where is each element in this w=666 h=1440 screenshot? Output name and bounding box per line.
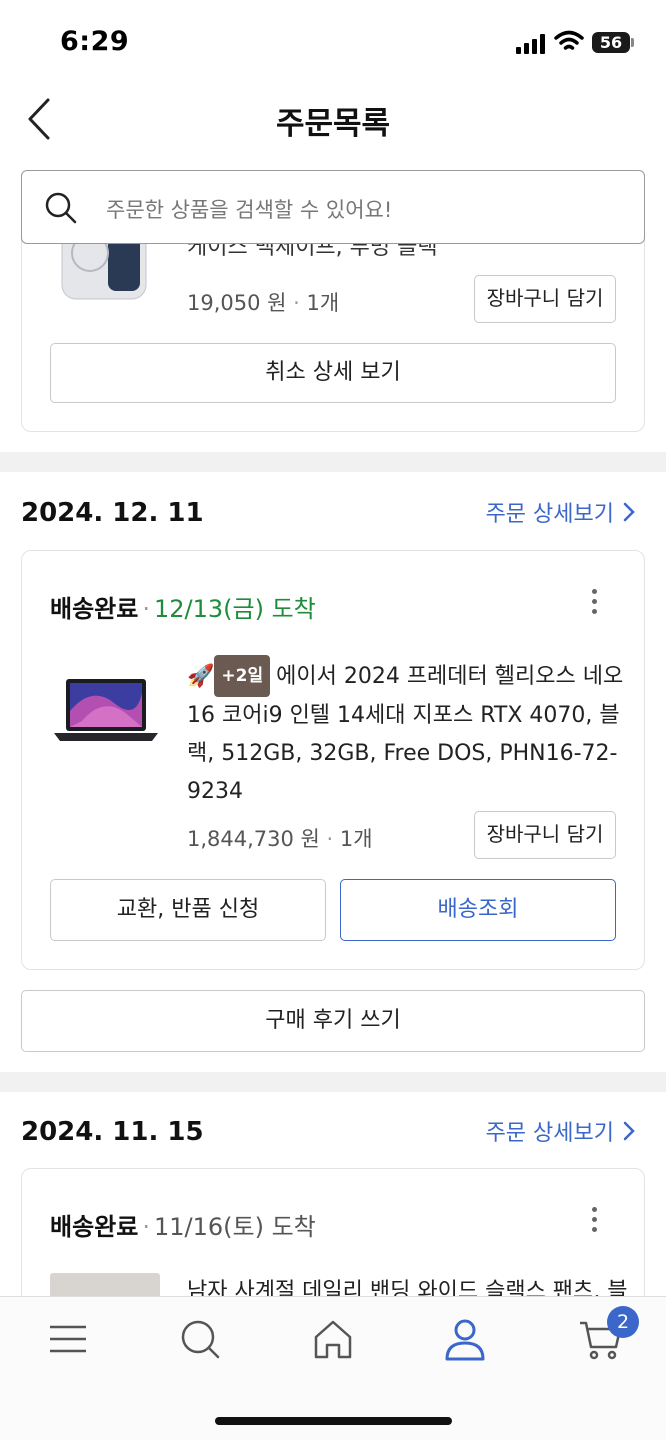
- status-bar: 6:29 56: [0, 0, 666, 80]
- order-detail-link-label: 주문 상세보기: [485, 1121, 614, 1146]
- arrival-date: 12/13(금) 도착: [153, 595, 316, 623]
- menu-icon[interactable]: [46, 1317, 90, 1361]
- quantity: 1개: [306, 291, 340, 315]
- price: 1,844,730 원: [187, 827, 320, 851]
- price: 19,050 원: [187, 291, 287, 315]
- price-line: 1,844,730 원 · 1개: [187, 827, 373, 851]
- search-input[interactable]: 주문한 상품을 검색할 수 있어요!: [21, 170, 645, 244]
- delivery-badge: +2일: [214, 655, 271, 697]
- quantity: 1개: [339, 827, 373, 851]
- product-title-line-2: 16 코어i9 인텔 14세대 지포스 RTX 4070, 블: [187, 703, 620, 728]
- product-thumbnail-case[interactable]: [56, 243, 152, 301]
- delivery-status-line: 배송완료 · 12/13(금) 도착: [50, 595, 316, 623]
- order-detail-link-label: 주문 상세보기: [485, 502, 614, 527]
- search-icon: [45, 192, 77, 224]
- product-title-line-3: 랙, 512GB, 32GB, Free DOS, PHN16-72-: [187, 741, 618, 766]
- section-divider: [0, 452, 666, 472]
- exchange-return-button[interactable]: 교환, 반품 신청: [50, 879, 326, 941]
- cart-count-badge: 2: [607, 1306, 639, 1338]
- track-delivery-button[interactable]: 배송조회: [340, 879, 616, 941]
- chevron-right-icon: [623, 1121, 635, 1141]
- delivery-status: 배송완료: [50, 1213, 139, 1241]
- battery-tip: [631, 38, 634, 47]
- cancel-detail-button[interactable]: 취소 상세 보기: [50, 343, 616, 403]
- wifi-icon: [554, 30, 584, 50]
- search-tab-icon[interactable]: [178, 1317, 222, 1361]
- nav-header: 주문목록: [0, 80, 666, 160]
- order-detail-link[interactable]: 주문 상세보기: [486, 1115, 636, 1147]
- delivery-status: 배송완료: [50, 595, 139, 623]
- product-title-line-1: 🚀 +2일 에이서 2024 프레데터 헬리오스 네오: [187, 655, 627, 697]
- more-options-icon[interactable]: [582, 1207, 606, 1237]
- product-title[interactable]: 🚀 +2일 에이서 2024 프레데터 헬리오스 네오 16 코어i9 인텔 14세…: [187, 655, 627, 811]
- arrival-date: 11/16(토) 도착: [153, 1213, 316, 1241]
- search-placeholder: 주문한 상품을 검색할 수 있어요!: [106, 198, 393, 222]
- order-date: 2024. 11. 15: [21, 1117, 204, 1147]
- section-divider: [0, 1072, 666, 1092]
- user-icon[interactable]: [443, 1317, 487, 1361]
- status-time: 6:29: [60, 26, 130, 57]
- order-date: 2024. 12. 11: [21, 498, 204, 528]
- home-icon[interactable]: [311, 1317, 355, 1361]
- product-title-line-4: 9234: [187, 779, 243, 804]
- price-line: 19,050 원 · 1개: [187, 291, 340, 315]
- write-review-button[interactable]: 구매 후기 쓰기: [21, 990, 645, 1052]
- rocket-delivery-icon: 🚀: [187, 664, 215, 689]
- chevron-right-icon: [623, 502, 635, 522]
- product-thumbnail-laptop[interactable]: [52, 675, 160, 747]
- signal-icon: [516, 34, 546, 54]
- home-indicator[interactable]: [215, 1417, 452, 1425]
- add-to-cart-button[interactable]: 장바구니 담기: [474, 275, 616, 323]
- page-title: 주문목록: [275, 106, 391, 142]
- more-options-icon[interactable]: [582, 589, 606, 619]
- order-card: 배송완료 · 12/13(금) 도착 🚀 +2일 에이서 2024 프레데터 헬리오스 …: [21, 550, 645, 970]
- battery-icon: 56: [592, 32, 630, 53]
- add-to-cart-button[interactable]: 장바구니 담기: [474, 811, 616, 859]
- order-detail-link[interactable]: 주문 상세보기: [486, 496, 636, 528]
- delivery-status-line: 배송완료 · 11/16(토) 도착: [50, 1213, 316, 1241]
